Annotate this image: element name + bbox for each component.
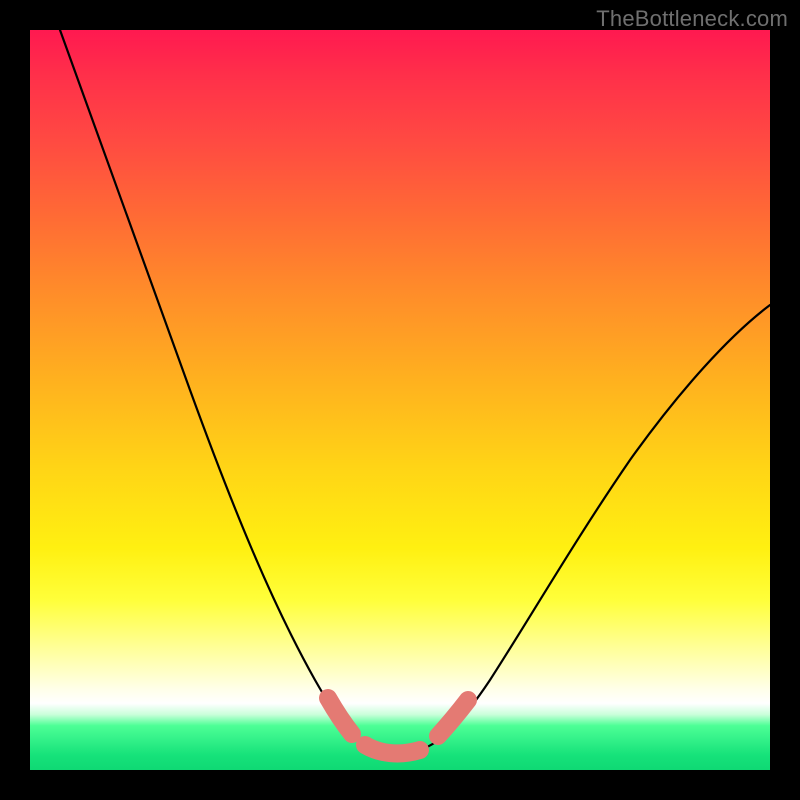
bottleneck-curve — [60, 30, 770, 753]
highlight-segment-right — [438, 700, 468, 736]
chart-frame: TheBottleneck.com — [0, 0, 800, 800]
watermark-text: TheBottleneck.com — [596, 6, 788, 32]
plot-area — [30, 30, 770, 770]
curve-svg — [30, 30, 770, 770]
highlight-segment-left — [328, 698, 352, 734]
highlight-segment-bottom — [365, 745, 420, 753]
